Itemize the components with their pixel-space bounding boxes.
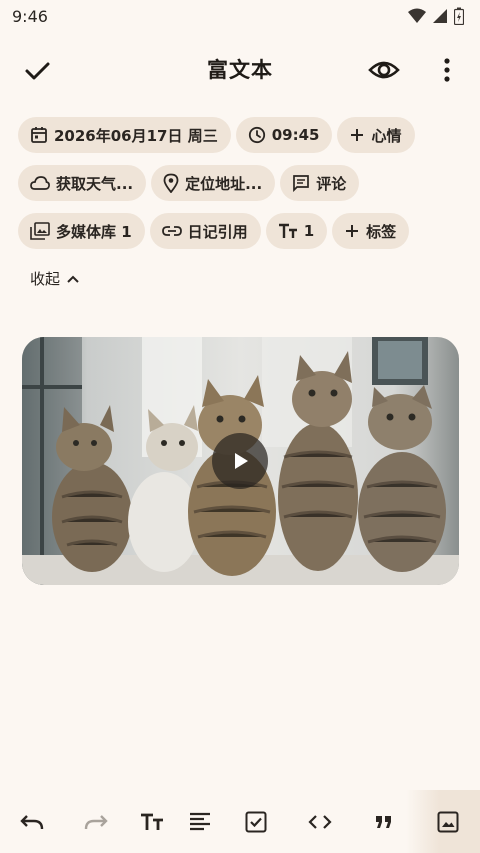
code-icon bbox=[308, 815, 332, 829]
quote-icon bbox=[376, 816, 391, 828]
weather-chip[interactable]: 获取天气... bbox=[18, 165, 147, 201]
text-style-chip[interactable]: 1 bbox=[265, 213, 328, 249]
code-button[interactable] bbox=[306, 808, 334, 836]
plus-icon bbox=[346, 225, 359, 237]
time-chip[interactable]: 09:45 bbox=[235, 117, 333, 153]
clock-icon bbox=[248, 126, 265, 144]
battery-icon bbox=[454, 7, 464, 25]
more-vert-icon bbox=[444, 58, 450, 82]
mood-chip[interactable]: 心情 bbox=[337, 117, 415, 153]
text-style-chip-label: 1 bbox=[303, 222, 315, 240]
location-pin-icon bbox=[163, 173, 179, 193]
insert-image-button[interactable] bbox=[434, 808, 462, 836]
quote-button[interactable] bbox=[370, 808, 398, 836]
align-icon bbox=[190, 812, 210, 831]
tags-chip-label: 标签 bbox=[366, 222, 397, 241]
diary-reference-chip-label: 日记引用 bbox=[187, 222, 248, 241]
chip-row-3: 多媒体库 1 日记引用 1 标签 bbox=[18, 213, 410, 249]
date-chip[interactable]: 2026年06月17日 周三 bbox=[18, 117, 231, 153]
format-toolbar bbox=[0, 790, 480, 853]
video-thumbnail[interactable] bbox=[22, 337, 459, 585]
time-chip-label: 09:45 bbox=[271, 126, 320, 144]
media-library-chip[interactable]: 多媒体库 1 bbox=[18, 213, 145, 249]
page-title: 富文本 bbox=[207, 58, 273, 82]
chevron-up-icon bbox=[67, 275, 79, 283]
tags-chip[interactable]: 标签 bbox=[332, 213, 410, 249]
comment-chip[interactable]: 评论 bbox=[280, 165, 360, 201]
weather-chip-label: 获取天气... bbox=[56, 174, 134, 193]
status-icons bbox=[408, 7, 464, 25]
chip-row-2: 获取天气... 定位地址... 评论 bbox=[18, 165, 360, 201]
collapse-label: 收起 bbox=[30, 270, 61, 288]
wifi-icon bbox=[408, 8, 426, 23]
date-chip-label: 2026年06月17日 周三 bbox=[54, 126, 218, 145]
redo-icon bbox=[84, 815, 108, 830]
location-chip[interactable]: 定位地址... bbox=[151, 165, 276, 201]
text-size-button[interactable] bbox=[138, 808, 166, 836]
image-icon bbox=[437, 811, 459, 833]
link-icon bbox=[161, 226, 182, 236]
checkbox-button[interactable] bbox=[242, 808, 270, 836]
eye-icon bbox=[368, 61, 400, 79]
app-bar: 富文本 bbox=[0, 46, 480, 94]
cloud-icon bbox=[30, 176, 50, 190]
location-chip-label: 定位地址... bbox=[185, 174, 263, 193]
text-size-icon bbox=[141, 813, 163, 830]
status-time: 9:46 bbox=[12, 6, 48, 26]
play-button[interactable] bbox=[212, 433, 268, 489]
preview-button[interactable] bbox=[368, 56, 400, 84]
align-button[interactable] bbox=[186, 808, 214, 836]
status-bar: 9:46 bbox=[0, 0, 480, 32]
play-icon bbox=[235, 453, 248, 469]
redo-button[interactable] bbox=[82, 808, 110, 836]
media-library-chip-label: 多媒体库 1 bbox=[56, 222, 132, 241]
diary-reference-chip[interactable]: 日记引用 bbox=[149, 213, 261, 249]
comment-icon bbox=[293, 175, 310, 192]
checkbox-icon bbox=[245, 811, 267, 833]
more-options-button[interactable] bbox=[437, 56, 457, 84]
chip-row-1: 2026年06月17日 周三 09:45 心情 bbox=[18, 117, 415, 153]
comment-chip-label: 评论 bbox=[316, 174, 347, 193]
collapse-toggle[interactable]: 收起 bbox=[30, 268, 80, 289]
plus-icon bbox=[351, 129, 364, 141]
undo-button[interactable] bbox=[18, 808, 46, 836]
calendar-icon bbox=[31, 127, 47, 143]
undo-icon bbox=[20, 815, 44, 830]
mood-chip-label: 心情 bbox=[371, 126, 402, 145]
text-size-icon bbox=[278, 223, 297, 238]
photo-library-icon bbox=[30, 222, 50, 240]
signal-icon bbox=[433, 9, 447, 23]
